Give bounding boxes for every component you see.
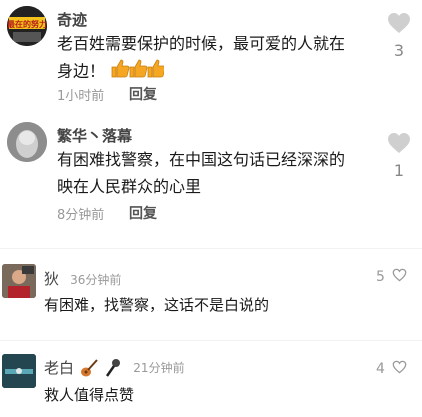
comment-header: 老白 21分钟前	[44, 357, 185, 378]
comment-item: 老白 21分钟前 救人值得点赞 4	[0, 352, 422, 417]
svg-text:最在的努力: 最在的努力	[7, 19, 47, 29]
comment-text-line: 老百姓需要保护的时候，最可爱的人就在	[57, 34, 346, 53]
comment-username[interactable]: 狄	[44, 270, 59, 288]
microphone-icon	[106, 358, 121, 377]
comment-text: 老百姓需要保护的时候，最可爱的人就在 身边！	[57, 30, 377, 87]
like-button[interactable]: 1	[384, 132, 414, 180]
comment-timestamp: 8分钟前	[57, 208, 105, 223]
comment-item: 狄 36分钟前 有困难，找警察，这话不是白说的 5	[0, 262, 422, 332]
avatar[interactable]	[2, 354, 36, 388]
comment-text: 有困难，找警察，这话不是白说的	[44, 296, 270, 314]
heart-outline-icon[interactable]	[392, 360, 407, 374]
comment-header: 狄 36分钟前	[44, 268, 121, 289]
comment-username[interactable]: 老白	[44, 359, 74, 377]
comment-item: 繁华丶落幕 有困难找警察，在中国这句话已经深深的 映在人民群众的心里 8分钟前 …	[0, 118, 422, 228]
comment-text-line: 有困难找警察，在中国这句话已经深深的	[57, 150, 346, 169]
comment-text-fragment: 身边！	[57, 61, 106, 81]
like-button[interactable]: 5	[376, 268, 407, 285]
comment-text-line: 身边！	[57, 57, 377, 87]
comment-text-line: 映在人民群众的心里	[57, 177, 202, 196]
avatar[interactable]	[7, 122, 47, 162]
comment-timestamp: 36分钟前	[70, 273, 122, 287]
divider	[0, 248, 422, 249]
avatar[interactable]: 最在的努力	[7, 6, 47, 46]
heart-icon[interactable]	[387, 12, 411, 34]
comment-username[interactable]: 繁华丶落幕	[57, 125, 132, 146]
like-count: 5	[376, 269, 385, 285]
like-button[interactable]: 4	[376, 360, 407, 377]
comment-text: 救人值得点赞	[44, 386, 135, 404]
comment-item: 最在的努力 奇迹 老百姓需要保护的时候，最可爱的人就在 身边！ 1小时前 回复	[0, 0, 422, 110]
reply-button[interactable]: 回复	[129, 84, 157, 104]
comment-text: 有困难找警察，在中国这句话已经深深的 映在人民群众的心里	[57, 146, 377, 200]
comment-timestamp: 21分钟前	[133, 361, 185, 375]
like-count: 1	[393, 161, 405, 180]
thumbs-up-icon	[110, 57, 166, 87]
guitar-icon	[81, 358, 98, 376]
reply-button[interactable]: 回复	[129, 203, 157, 223]
avatar[interactable]	[2, 264, 36, 298]
like-button[interactable]: 3	[384, 12, 414, 60]
comment-timestamp: 1小时前	[57, 89, 105, 104]
like-count: 4	[376, 361, 385, 377]
heart-icon[interactable]	[387, 132, 411, 154]
divider	[0, 340, 422, 341]
like-count: 3	[393, 41, 405, 60]
comment-username[interactable]: 奇迹	[57, 9, 87, 30]
heart-outline-icon[interactable]	[392, 268, 407, 282]
